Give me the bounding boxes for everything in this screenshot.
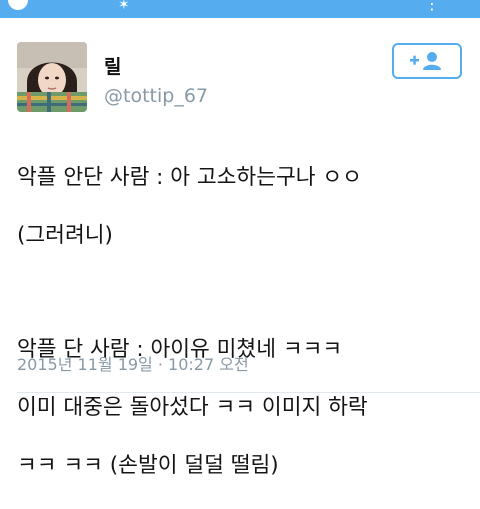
avatar[interactable] <box>17 42 87 112</box>
top-bar: ✶ ⋮ <box>0 0 480 18</box>
notifications-icon[interactable]: ✶ <box>118 0 130 12</box>
follow-button[interactable] <box>392 43 462 79</box>
tweet-line: (그러려니) <box>17 223 113 248</box>
tweet-line: 이미 대중은 돌아섰다 ㅋㅋ 이미지 하락 <box>17 395 368 420</box>
tweet-line: ㅋㅋ ㅋㅋ (손발이 덜덜 떨림) <box>17 453 279 478</box>
display-name[interactable]: 릴 <box>104 52 121 79</box>
user-handle[interactable]: @tottip_67 <box>104 85 208 107</box>
avatar-image <box>17 42 87 112</box>
follow-user-icon <box>410 52 441 70</box>
divider <box>17 392 480 393</box>
tweet-line: 악플 안단 사람 : 아 고소하는구나 ㅇㅇ <box>17 165 362 190</box>
menu-icon[interactable]: ⋮ <box>424 0 440 12</box>
tweet-text: 악플 안단 사람 : 아 고소하는구나 ㅇㅇ (그러려니) 악플 단 사람 : … <box>17 134 473 509</box>
home-icon[interactable] <box>8 0 28 10</box>
tweet-timestamp: 2015년 11월 19일 · 10:27 오전 <box>17 355 249 374</box>
